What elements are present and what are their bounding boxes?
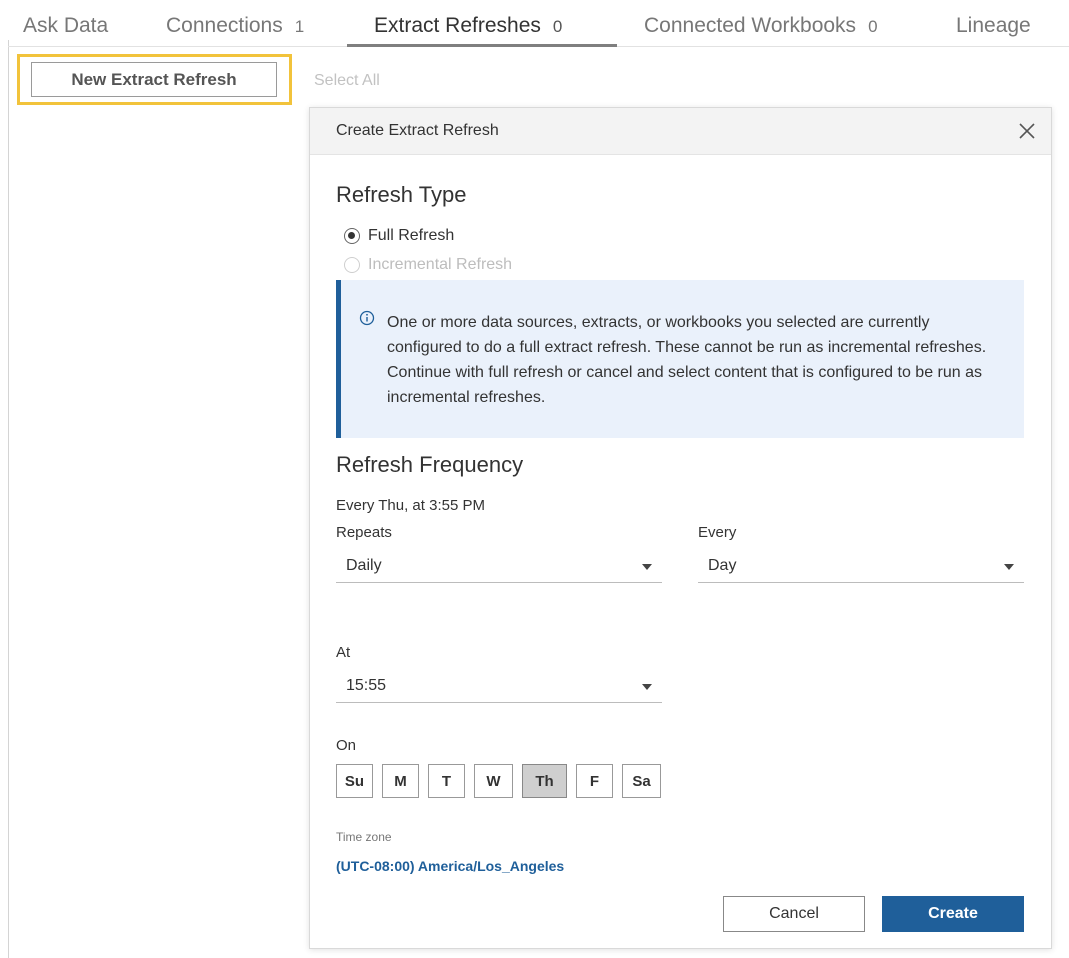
chevron-down-icon [1004,564,1014,570]
full-refresh-radio[interactable]: Full Refresh [344,227,454,245]
day-toggle-wednesday[interactable]: W [474,764,513,798]
close-icon[interactable] [1016,120,1038,142]
chevron-down-icon [642,684,652,690]
day-toggle-friday[interactable]: F [576,764,613,798]
day-toggle-tuesday[interactable]: T [428,764,465,798]
tab-connections[interactable]: Connections 1 [166,14,304,38]
tab-count: 0 [552,17,563,36]
on-label: On [336,737,357,754]
every-label: Every [698,524,737,541]
tab-label: Connected Workbooks [644,14,857,37]
create-button[interactable]: Create [882,896,1024,932]
tab-label: Extract Refreshes [374,14,541,37]
day-toggle-saturday[interactable]: Sa [622,764,661,798]
time-select[interactable]: 15:55 [336,671,662,703]
repeats-label: Repeats [336,524,392,541]
every-value: Day [708,557,737,574]
at-label: At [336,644,351,661]
tab-label: Lineage [956,14,1031,37]
dialog-title: Create Extract Refresh [336,122,499,139]
day-toggle-thursday[interactable]: Th [522,764,567,798]
tab-ask-data[interactable]: Ask Data [23,14,108,38]
radio-checked-icon [344,228,360,244]
create-extract-refresh-dialog: Create Extract Refresh Refresh Type Full… [309,107,1052,949]
frame-divider [8,40,9,958]
dialog-header: Create Extract Refresh [310,108,1051,155]
incremental-refresh-radio[interactable]: Incremental Refresh [344,256,512,274]
info-banner: One or more data sources, extracts, or w… [336,280,1024,438]
time-zone-link[interactable]: (UTC-08:00) America/Los_Angeles [336,858,564,874]
day-toggle-sunday[interactable]: Su [336,764,373,798]
active-tab-indicator [347,44,617,47]
tab-connected-workbooks[interactable]: Connected Workbooks 0 [644,14,878,38]
repeats-select[interactable]: Daily [336,551,662,583]
tab-count: 1 [294,17,305,36]
schedule-summary: Every Thu, at 3:55 PM [336,497,485,514]
radio-label: Incremental Refresh [368,256,513,273]
day-toggle-monday[interactable]: M [382,764,419,798]
tab-label: Ask Data [23,14,109,37]
refresh-frequency-heading: Refresh Frequency [336,452,524,477]
select-all-link[interactable]: Select All [314,72,380,90]
every-select[interactable]: Day [698,551,1024,583]
tab-bar: Ask Data Connections 1 Extract Refreshes 0… [0,0,1069,48]
day-picker: Su M T W Th F Sa [336,764,670,798]
tab-lineage[interactable]: Lineage [956,14,1031,38]
app-frame: Ask Data Connections 1 Extract Refreshes 0… [0,0,1069,958]
radio-label: Full Refresh [368,227,455,244]
info-icon [359,310,375,326]
tab-count: 0 [868,17,878,36]
refresh-type-heading: Refresh Type [336,182,467,207]
time-zone-label: Time zone [336,830,392,844]
time-value: 15:55 [346,677,387,694]
cancel-button[interactable]: Cancel [723,896,865,932]
repeats-value: Daily [346,557,382,574]
tab-extract-refreshes[interactable]: Extract Refreshes 0 [374,14,562,38]
tab-label: Connections [166,14,283,37]
radio-unchecked-icon [344,257,360,273]
new-extract-refresh-button[interactable]: New Extract Refresh [31,62,277,97]
info-message: One or more data sources, extracts, or w… [387,314,987,406]
chevron-down-icon [642,564,652,570]
